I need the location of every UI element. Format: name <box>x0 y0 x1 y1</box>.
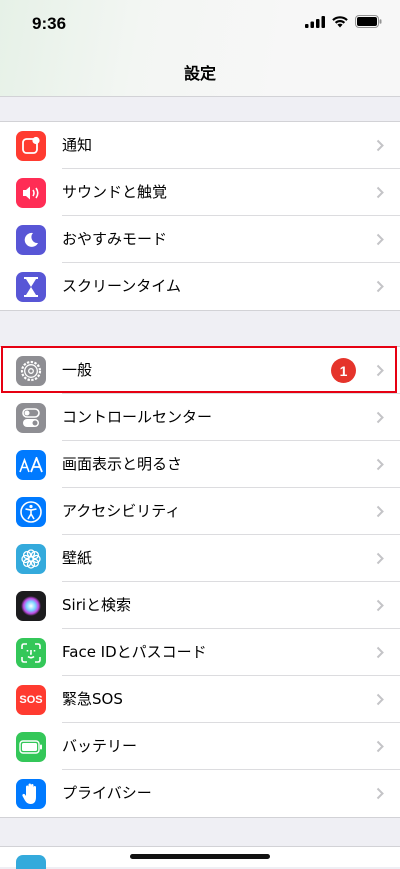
hourglass-icon <box>16 272 46 302</box>
speaker-icon <box>16 178 46 208</box>
settings-row-siri-search[interactable]: Siriと検索 <box>0 582 400 629</box>
row-label: バッテリー <box>62 737 138 755</box>
chevron-right-icon <box>376 693 384 706</box>
sos-icon-text: SOS <box>19 694 43 706</box>
row-label: プライバシー <box>62 784 152 802</box>
settings-row-emergency-sos[interactable]: SOS 緊急SOS <box>0 676 400 723</box>
row-label: スクリーンタイム <box>62 277 181 295</box>
settings-row-battery[interactable]: バッテリー <box>0 723 400 770</box>
row-label: 壁紙 <box>62 549 93 567</box>
settings-group-1: 通知 サウンドと触覚 おやすみモード スクリーンタイム <box>0 121 400 311</box>
settings-row-screen-time[interactable]: スクリーンタイム <box>0 263 400 310</box>
siri-icon <box>16 591 46 621</box>
face-id-icon <box>16 638 46 668</box>
row-label: 緊急SOS <box>62 690 123 708</box>
wifi-icon <box>332 16 348 28</box>
settings-row-privacy[interactable]: プライバシー <box>0 770 400 817</box>
row-label: 通知 <box>62 136 93 154</box>
text-size-icon <box>16 450 46 480</box>
settings-row-notifications[interactable]: 通知 <box>0 122 400 169</box>
accessibility-icon <box>16 497 46 527</box>
settings-row-general[interactable]: 一般 1 <box>0 347 400 394</box>
battery-icon <box>16 732 46 762</box>
settings-row-accessibility[interactable]: アクセシビリティ <box>0 488 400 535</box>
settings-row-display-brightness[interactable]: 画面表示と明るさ <box>0 441 400 488</box>
status-icons <box>305 15 382 28</box>
settings-group-2: 一般 1 コントロールセンター 画面表示と明るさ アクセシビリティ 壁紙 Sir… <box>0 346 400 818</box>
chevron-right-icon <box>376 505 384 518</box>
row-label: コントロールセンター <box>62 408 213 426</box>
chevron-right-icon <box>376 186 384 199</box>
settings-row-control-center[interactable]: コントロールセンター <box>0 394 400 441</box>
settings-row-sounds[interactable]: サウンドと触覚 <box>0 169 400 216</box>
row-label: アクセシビリティ <box>62 502 181 520</box>
settings-row-do-not-disturb[interactable]: おやすみモード <box>0 216 400 263</box>
moon-icon <box>16 225 46 255</box>
page-title: 設定 <box>183 64 216 83</box>
battery-status-icon <box>355 15 382 28</box>
toggles-icon <box>16 403 46 433</box>
home-indicator[interactable] <box>130 854 270 859</box>
chevron-right-icon <box>376 599 384 612</box>
settings-row-wallpaper[interactable]: 壁紙 <box>0 535 400 582</box>
row-label: サウンドと触覚 <box>62 183 168 201</box>
hand-icon <box>16 779 46 809</box>
chevron-right-icon <box>376 646 384 659</box>
row-label: 一般 <box>62 361 93 379</box>
notifications-icon <box>16 131 46 161</box>
flower-icon <box>16 544 46 574</box>
chevron-right-icon <box>376 139 384 152</box>
chevron-right-icon <box>376 552 384 565</box>
chevron-right-icon <box>376 740 384 753</box>
app-icon <box>16 855 46 869</box>
gear-icon <box>16 356 46 386</box>
chevron-right-icon <box>376 787 384 800</box>
sos-icon: SOS <box>16 685 46 715</box>
chevron-right-icon <box>376 458 384 471</box>
status-time: 9:36 <box>32 14 67 33</box>
chevron-right-icon <box>376 280 384 293</box>
signal-icon <box>305 15 325 28</box>
row-label: Face IDとパスコード <box>62 643 207 661</box>
chevron-right-icon <box>376 233 384 246</box>
row-label: Siriと検索 <box>62 596 132 614</box>
chevron-right-icon <box>376 411 384 424</box>
chevron-right-icon <box>376 364 384 377</box>
row-label: 画面表示と明るさ <box>62 455 183 473</box>
notification-badge: 1 <box>331 358 356 383</box>
row-label: おやすみモード <box>62 230 168 248</box>
navigation-bar: 9:36 設定 <box>0 0 400 97</box>
settings-row-face-id-passcode[interactable]: Face IDとパスコード <box>0 629 400 676</box>
